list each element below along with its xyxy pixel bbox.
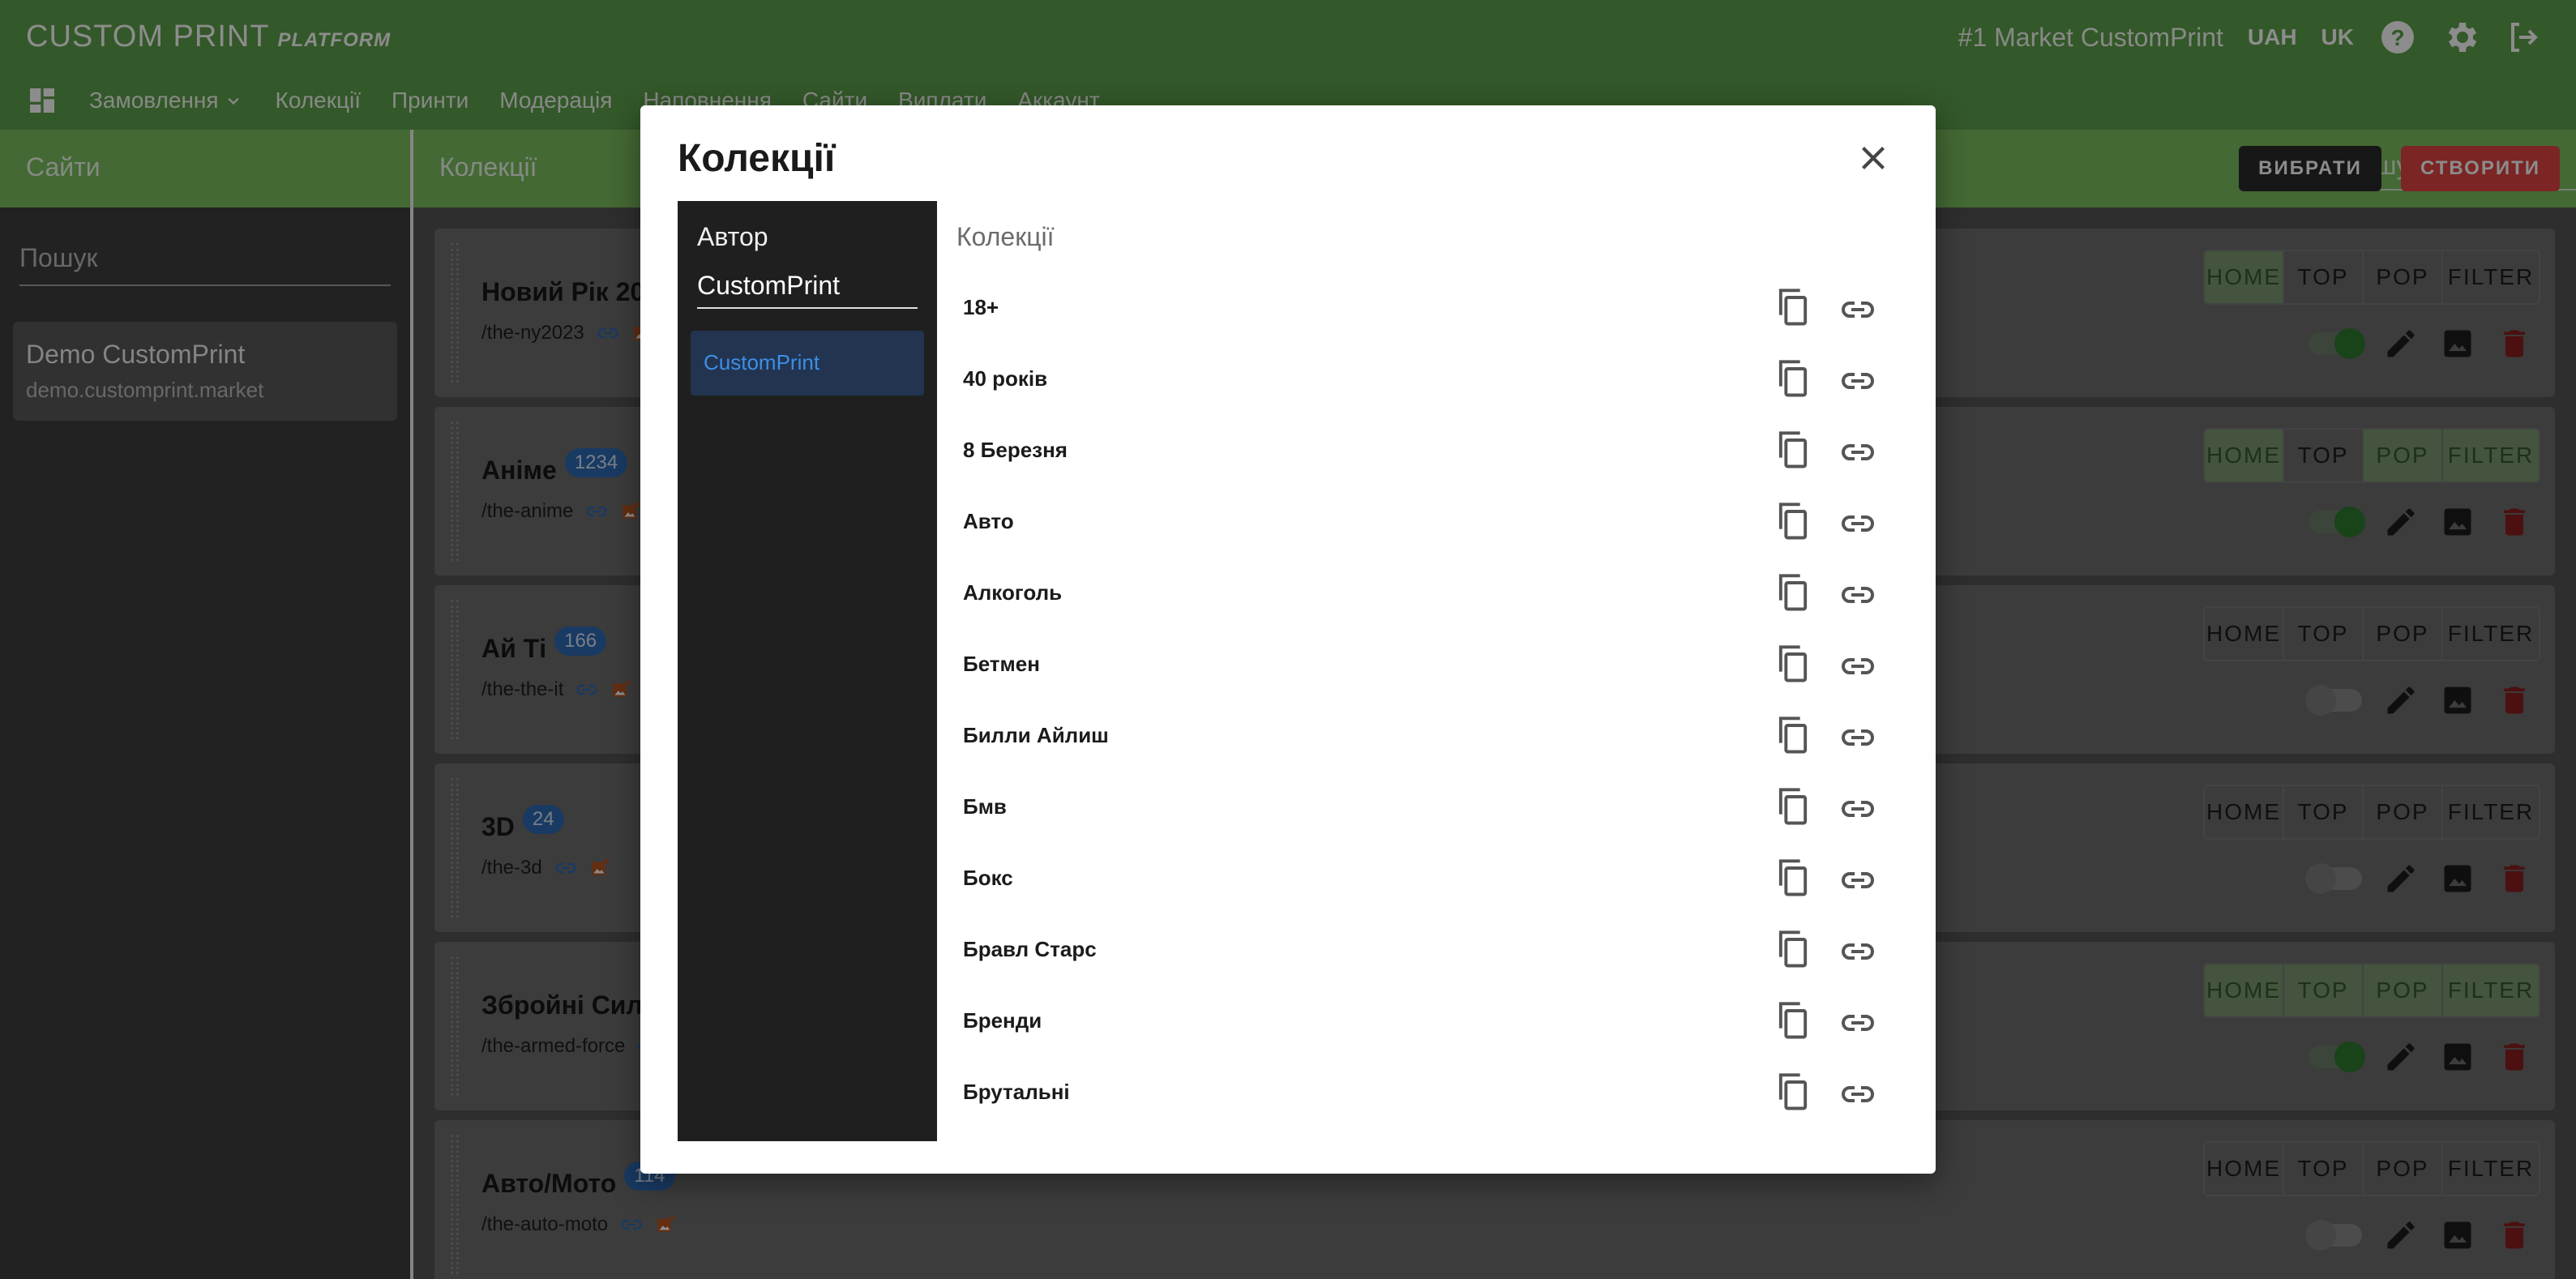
copy-icon[interactable] [1772, 715, 1814, 757]
collection-row[interactable]: 18+ [937, 272, 1898, 344]
collection-row-name: Бмв [963, 794, 1007, 819]
copy-icon[interactable] [1772, 287, 1814, 329]
collection-row[interactable]: Бравл Старс [937, 914, 1898, 986]
copy-icon[interactable] [1772, 358, 1814, 400]
copy-icon[interactable] [1772, 858, 1814, 900]
collection-row[interactable]: Брутальні [937, 1057, 1898, 1128]
collection-row-name: Бренди [963, 1008, 1042, 1033]
copy-icon[interactable] [1772, 929, 1814, 971]
collection-row[interactable]: Бренди [937, 986, 1898, 1057]
collection-row-name: 8 Березня [963, 438, 1068, 462]
dialog-title: Колекції [678, 137, 836, 180]
copy-icon[interactable] [1772, 1000, 1814, 1042]
link-icon[interactable] [1838, 290, 1877, 329]
collection-rows: 18+ 40 років 8 Березня Авто Алкоголь Бет… [937, 272, 1898, 1128]
author-option[interactable]: CustomPrint [691, 331, 924, 396]
collection-row[interactable]: Бетмен [937, 629, 1898, 700]
copy-icon[interactable] [1772, 501, 1814, 543]
collection-row-name: Брутальні [963, 1080, 1070, 1104]
collection-row-name: Бравл Старс [963, 937, 1097, 961]
collection-list-header: Колекції [956, 222, 1055, 251]
collections-dialog: Колекції Автор CustomPrint CustomPrint К… [640, 105, 1936, 1174]
link-icon[interactable] [1838, 504, 1877, 543]
copy-icon[interactable] [1772, 572, 1814, 614]
author-filter: Автор CustomPrint CustomPrint [678, 201, 937, 1141]
collection-row-name: Алкоголь [963, 580, 1063, 605]
collection-row[interactable]: 40 років [937, 344, 1898, 415]
link-icon[interactable] [1838, 1003, 1877, 1042]
link-icon[interactable] [1838, 433, 1877, 472]
collection-row[interactable]: Авто [937, 486, 1898, 558]
link-icon[interactable] [1838, 718, 1877, 757]
copy-icon[interactable] [1772, 786, 1814, 828]
author-input[interactable]: CustomPrint [697, 271, 918, 309]
collection-row-name: Билли Айлиш [963, 723, 1109, 747]
collection-row-name: 40 років [963, 366, 1048, 391]
close-icon[interactable] [1853, 138, 1893, 178]
copy-icon[interactable] [1772, 644, 1814, 686]
collection-row[interactable]: Бмв [937, 772, 1898, 843]
collection-row-name: Авто [963, 509, 1014, 533]
link-icon[interactable] [1838, 361, 1877, 400]
copy-icon[interactable] [1772, 1072, 1814, 1114]
link-icon[interactable] [1838, 861, 1877, 900]
author-label: Автор [697, 222, 768, 251]
collection-row[interactable]: Алкоголь [937, 558, 1898, 629]
collection-row[interactable]: Билли Айлиш [937, 700, 1898, 772]
collection-row[interactable]: Бокс [937, 843, 1898, 914]
link-icon[interactable] [1838, 647, 1877, 686]
link-icon[interactable] [1838, 575, 1877, 614]
collection-row-name: Бокс [963, 866, 1013, 890]
collection-row-name: Бетмен [963, 652, 1040, 676]
copy-icon[interactable] [1772, 430, 1814, 472]
link-icon[interactable] [1838, 789, 1877, 828]
link-icon[interactable] [1838, 932, 1877, 971]
collection-list: Колекції 18+ 40 років 8 Березня Авто Алк… [937, 201, 1898, 1141]
collection-row-name: 18+ [963, 295, 999, 319]
collection-row[interactable]: 8 Березня [937, 415, 1898, 486]
link-icon[interactable] [1838, 1075, 1877, 1114]
